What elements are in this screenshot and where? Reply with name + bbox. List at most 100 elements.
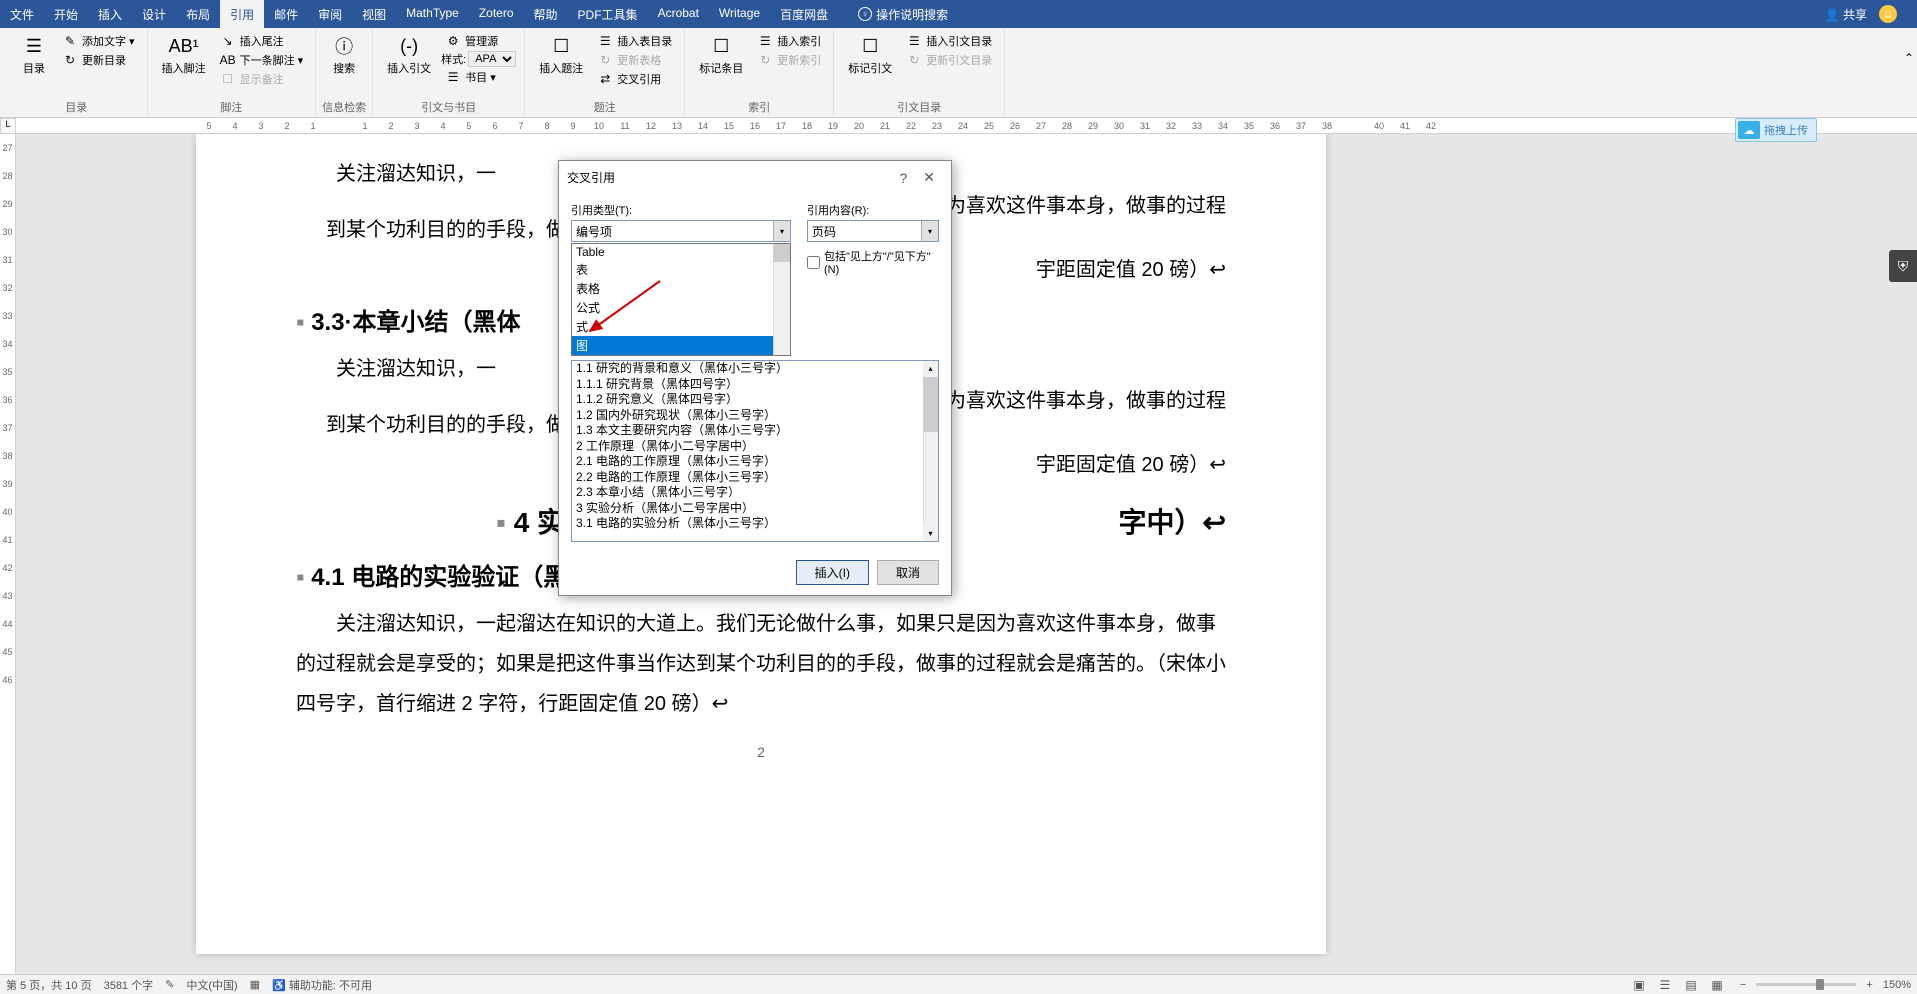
type-option-图[interactable]: 图 (572, 336, 790, 355)
显示备注-button: ☐显示备注 (216, 70, 308, 88)
插入引文-button[interactable]: (-)插入引文 (381, 32, 437, 78)
list-item[interactable]: 3.1 电路的实验分析（黑体小三号字） (572, 516, 938, 532)
spellcheck-icon[interactable]: ✎ (165, 978, 174, 991)
checkbox-label: 包括"见上方"/"见下方"(N) (824, 248, 939, 276)
menu-tabs: 文件开始插入设计布局引用邮件审阅视图MathTypeZotero帮助PDF工具集… (0, 0, 838, 29)
tab-百度网盘[interactable]: 百度网盘 (770, 0, 838, 29)
macros-icon[interactable]: ▦ (250, 978, 260, 991)
插入索引-button[interactable]: ☰插入索引 (753, 32, 825, 50)
accessibility-button[interactable]: ♿ 辅助功能: 不可用 (272, 977, 372, 993)
管理源-icon: ⚙ (445, 33, 461, 49)
ref-content-dropdown[interactable]: 页码 ▾ (807, 220, 939, 242)
dropdown-scrollbar[interactable] (773, 244, 790, 355)
scroll-up-icon[interactable]: ▴ (923, 361, 938, 376)
tab-设计[interactable]: 设计 (132, 0, 176, 29)
list-item[interactable]: 1.1.1 研究背景（黑体四号字） (572, 377, 938, 393)
list-item[interactable]: 3 实验分析（黑体小二号字居中） (572, 501, 938, 517)
ref-type-dropdown-list[interactable]: Table表表格公式式图 (571, 243, 791, 356)
list-item[interactable]: 2.2 电路的工作原理（黑体小三号字） (572, 470, 938, 486)
type-option-Table[interactable]: Table (572, 244, 790, 260)
upload-badge[interactable]: ☁ 拖拽上传 (1735, 118, 1817, 142)
insert-button[interactable]: 插入(I) (796, 560, 869, 585)
document-area[interactable]: 关注溜达知识，一 么事，如果只是因为喜欢这件事本身，做事的过程 到某个功利目的的… (16, 134, 1917, 974)
目录-button[interactable]: ☰目录 (14, 32, 54, 78)
tab-审阅[interactable]: 审阅 (308, 0, 352, 29)
list-item[interactable]: 2 工作原理（黑体小二号字居中） (572, 439, 938, 455)
标记条目-button[interactable]: ☐标记条目 (693, 32, 749, 78)
include-above-below-checkbox[interactable] (807, 256, 820, 269)
tab-视图[interactable]: 视图 (352, 0, 396, 29)
usb-panel-icon[interactable]: ⛨ (1889, 250, 1917, 282)
tab-MathType[interactable]: MathType (396, 0, 469, 29)
type-option-式[interactable]: 式 (572, 317, 790, 336)
tab-文件[interactable]: 文件 (0, 0, 44, 29)
list-item[interactable]: 1.1 研究的背景和意义（黑体小三号字） (572, 361, 938, 377)
tab-邮件[interactable]: 邮件 (264, 0, 308, 29)
bibliography-button[interactable]: ☰书目 ▾ (441, 68, 516, 86)
dialog-close-button[interactable]: ✕ (915, 167, 943, 188)
管理源-button[interactable]: ⚙管理源 (441, 32, 516, 50)
focus-mode-icon[interactable]: ▣ (1626, 976, 1652, 994)
ref-type-dropdown[interactable]: 编号项 ▾ (571, 220, 791, 242)
list-item[interactable]: 1.3 本文主要研究内容（黑体小三号字） (572, 423, 938, 439)
ribbon-group-脚注: AB¹插入脚注↘插入尾注AB下一条脚注 ▾☐显示备注脚注 (148, 28, 317, 117)
web-layout-icon[interactable]: ▦ (1704, 976, 1730, 994)
更新引文目录-button: ↻更新引文目录 (902, 51, 996, 69)
dialog-help-button[interactable]: ? (891, 168, 915, 188)
titlebar: 文件开始插入设计布局引用邮件审阅视图MathTypeZotero帮助PDF工具集… (0, 0, 1917, 28)
list-scrollbar[interactable]: ▴ ▾ (923, 361, 938, 541)
zoom-out-button[interactable]: − (1740, 979, 1746, 991)
标记引文-button[interactable]: ☐标记引文 (842, 32, 898, 78)
tab-引用[interactable]: 引用 (220, 0, 264, 29)
type-option-表[interactable]: 表 (572, 260, 790, 279)
list-item[interactable]: 1.2 国内外研究现状（黑体小三号字） (572, 408, 938, 424)
zoom-in-button[interactable]: + (1866, 979, 1872, 991)
user-avatar-icon[interactable]: ☺ (1879, 5, 1897, 23)
list-item[interactable]: 2.1 电路的工作原理（黑体小三号字） (572, 454, 938, 470)
print-layout-icon[interactable]: ▤ (1678, 976, 1704, 994)
vertical-ruler[interactable]: 2728293031323334353637383940414243444546 (0, 134, 16, 974)
collapse-ribbon-button[interactable]: ⌃ (1901, 28, 1917, 88)
插入脚注-button[interactable]: AB¹插入脚注 (156, 32, 212, 78)
horizontal-ruler[interactable]: 5432112345678910111213141516171819202122… (16, 118, 1917, 134)
scroll-down-icon[interactable]: ▾ (923, 526, 938, 541)
language-button[interactable]: 中文(中国) (186, 977, 237, 993)
插入表目录-button[interactable]: ☰插入表目录 (593, 32, 676, 50)
添加文字 ▾-button[interactable]: ✎添加文字 ▾ (58, 32, 139, 50)
share-button[interactable]: 👤 共享 (1825, 6, 1867, 23)
cancel-button[interactable]: 取消 (877, 560, 939, 585)
更新目录-button[interactable]: ↻更新目录 (58, 51, 139, 69)
tab-Acrobat[interactable]: Acrobat (648, 0, 709, 29)
list-item[interactable]: 1.1.2 研究意义（黑体四号字） (572, 392, 938, 408)
tab-Zotero[interactable]: Zotero (469, 0, 524, 29)
tab-Writage[interactable]: Writage (709, 0, 770, 29)
下一条脚注 ▾-button[interactable]: AB下一条脚注 ▾ (216, 51, 308, 69)
list-item[interactable]: 2.3 本章小结（黑体小三号字） (572, 485, 938, 501)
group-label: 题注 (525, 99, 684, 115)
插入引文目录-button[interactable]: ☰插入引文目录 (902, 32, 996, 50)
reference-items-list[interactable]: 1.1 研究的背景和意义（黑体小三号字）1.1.1 研究背景（黑体四号字）1.1… (571, 360, 939, 542)
zoom-level[interactable]: 150% (1883, 979, 1911, 991)
read-mode-icon[interactable]: ☰ (1652, 976, 1678, 994)
chevron-down-icon: ▾ (773, 221, 790, 241)
tab-开始[interactable]: 开始 (44, 0, 88, 29)
tab-帮助[interactable]: 帮助 (524, 0, 568, 29)
type-option-公式[interactable]: 公式 (572, 298, 790, 317)
交叉引用-button[interactable]: ⇄交叉引用 (593, 70, 676, 88)
插入题注-button[interactable]: ☐插入题注 (533, 32, 589, 78)
type-option-表格[interactable]: 表格 (572, 279, 790, 298)
ruler-corner: L (0, 118, 16, 134)
tell-me[interactable]: ♀ 操作说明搜索 (858, 6, 948, 23)
ribbon-group-索引: ☐标记条目☰插入索引↻更新索引索引 (685, 28, 834, 117)
word-count[interactable]: 3581 个字 (104, 977, 154, 993)
插入尾注-button[interactable]: ↘插入尾注 (216, 32, 308, 50)
citation-style-dropdown[interactable]: 样式:APA (441, 51, 516, 67)
tab-插入[interactable]: 插入 (88, 0, 132, 29)
tab-布局[interactable]: 布局 (176, 0, 220, 29)
搜索-button[interactable]: ⓘ搜索 (324, 32, 364, 78)
page-indicator[interactable]: 第 5 页，共 10 页 (6, 977, 92, 993)
插入尾注-icon: ↘ (220, 33, 236, 49)
tab-PDF工具集[interactable]: PDF工具集 (568, 0, 648, 29)
scroll-thumb[interactable] (923, 377, 938, 432)
zoom-slider[interactable] (1756, 983, 1856, 986)
